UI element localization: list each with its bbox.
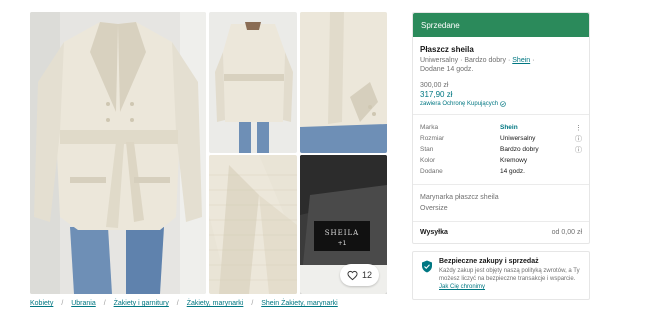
item-condition: Bardzo dobry — [464, 57, 507, 64]
detail-key: Dodane — [420, 168, 443, 175]
detail-value-brand[interactable]: Shein — [500, 124, 574, 131]
sold-status-banner: Sprzedane — [413, 13, 589, 37]
label-tag-text: SHEILA — [325, 229, 359, 237]
buyer-protection-text: zawiera Ochronę Kupujących — [420, 101, 499, 107]
item-title: Płaszcz sheila — [420, 45, 474, 54]
item-price: 300,00 zł — [420, 82, 449, 89]
total-price: 317,90 zł — [420, 90, 453, 99]
breadcrumb: Kobiety / Ubrania / Żakiety i garnitury … — [30, 300, 338, 307]
breadcrumb-separator: / — [251, 300, 254, 307]
safety-title: Bezpieczne zakupy i sprzedaż — [439, 258, 539, 265]
main-photo[interactable] — [30, 12, 206, 294]
detail-row-condition: Stan Bardzo dobry ⓘ — [420, 144, 582, 155]
shipping-label: Wysyłka — [420, 229, 448, 236]
shield-icon — [422, 260, 432, 273]
photo-label-tag[interactable]: SHEILA +1 12 — [300, 155, 387, 294]
safety-text: Każdy zakup jest objęty naszą polityką z… — [439, 268, 580, 282]
photo-fabric-detail[interactable] — [209, 155, 297, 294]
photo-back-view[interactable] — [209, 12, 297, 153]
more-options-icon[interactable]: ⋮ — [574, 124, 582, 132]
favourite-count: 12 — [361, 270, 372, 280]
description-line: Oversize — [420, 205, 448, 212]
detail-value: Bardzo dobry — [500, 146, 539, 153]
shipping-price: od 0,00 zł — [551, 229, 582, 236]
breadcrumb-separator: / — [176, 300, 179, 307]
safe-shopping-card: Bezpieczne zakupy i sprzedaż Każdy zakup… — [412, 251, 590, 300]
info-icon[interactable]: ⓘ — [574, 134, 582, 144]
brand-link[interactable]: Shein — [512, 57, 530, 64]
detail-row-size: Rozmiar Uniwersalny ⓘ — [420, 133, 582, 144]
detail-row-color: Kolor Kremowy — [420, 155, 582, 166]
favourite-button[interactable]: 12 — [339, 264, 379, 286]
safety-description: Każdy zakup jest objęty naszą polityką z… — [439, 267, 583, 291]
item-summary: Płaszcz sheila Uniwersalny · Bardzo dobr… — [413, 37, 589, 107]
detail-value: Kremowy — [500, 157, 528, 164]
info-icon[interactable]: ⓘ — [574, 145, 582, 155]
breadcrumb-item-zakiety-marynarki[interactable]: Żakiety, marynarki — [187, 300, 244, 307]
photo-side-view[interactable] — [300, 12, 387, 153]
divider — [413, 184, 589, 185]
detail-key: Kolor — [420, 157, 436, 164]
detail-row-brand: Marka Shein ⋮ — [420, 122, 582, 133]
breadcrumb-item-kobiety[interactable]: Kobiety — [30, 300, 53, 307]
breadcrumb-separator: / — [61, 300, 64, 307]
breadcrumb-item-ubrania[interactable]: Ubrania — [71, 300, 96, 307]
item-added-date: Dodane 14 godz. — [420, 66, 474, 73]
detail-key: Stan — [420, 146, 434, 153]
shipping-row: Wysyłka od 0,00 zł — [413, 229, 589, 236]
photo-gallery: SHEILA +1 12 — [30, 12, 387, 294]
heart-icon — [347, 270, 358, 280]
dot-separator: · — [532, 57, 535, 64]
dot-separator: · — [507, 57, 511, 64]
detail-value: 14 godz. — [500, 168, 525, 175]
shield-check-icon — [500, 101, 506, 107]
breadcrumb-separator: / — [103, 300, 106, 307]
item-size: Uniwersalny — [420, 57, 459, 64]
dot-separator: · — [460, 57, 463, 64]
description-line: Marynarka płaszcz sheila — [420, 194, 499, 201]
item-details-panel: Sprzedane Płaszcz sheila Uniwersalny · B… — [412, 12, 590, 244]
breadcrumb-item-shein-zakiety[interactable]: Shein Żakiety, marynarki — [261, 300, 338, 307]
breadcrumb-item-zakiety-garnitury[interactable]: Żakiety i garnitury — [114, 300, 169, 307]
detail-key: Rozmiar — [420, 135, 445, 142]
detail-row-added: Dodane 14 godz. — [420, 166, 582, 177]
detail-value: Uniwersalny — [500, 135, 536, 142]
price-block: 300,00 zł 317,90 zł zawiera Ochronę Kupu… — [420, 82, 582, 107]
detail-key: Marka — [420, 124, 439, 131]
how-we-protect-link[interactable]: Jak Cię chronimy — [439, 284, 485, 290]
details-table: Marka Shein ⋮ Rozmiar Uniwersalny ⓘ Stan… — [413, 122, 589, 177]
item-description: Marynarka płaszcz sheila Oversize — [413, 192, 589, 214]
label-tag-sub: +1 — [338, 240, 347, 247]
buyer-protection-link[interactable]: zawiera Ochronę Kupujących — [420, 101, 582, 107]
divider — [413, 221, 589, 222]
item-subtitle: Uniwersalny · Bardzo dobry · Shein · — [420, 57, 582, 64]
divider — [413, 114, 589, 115]
